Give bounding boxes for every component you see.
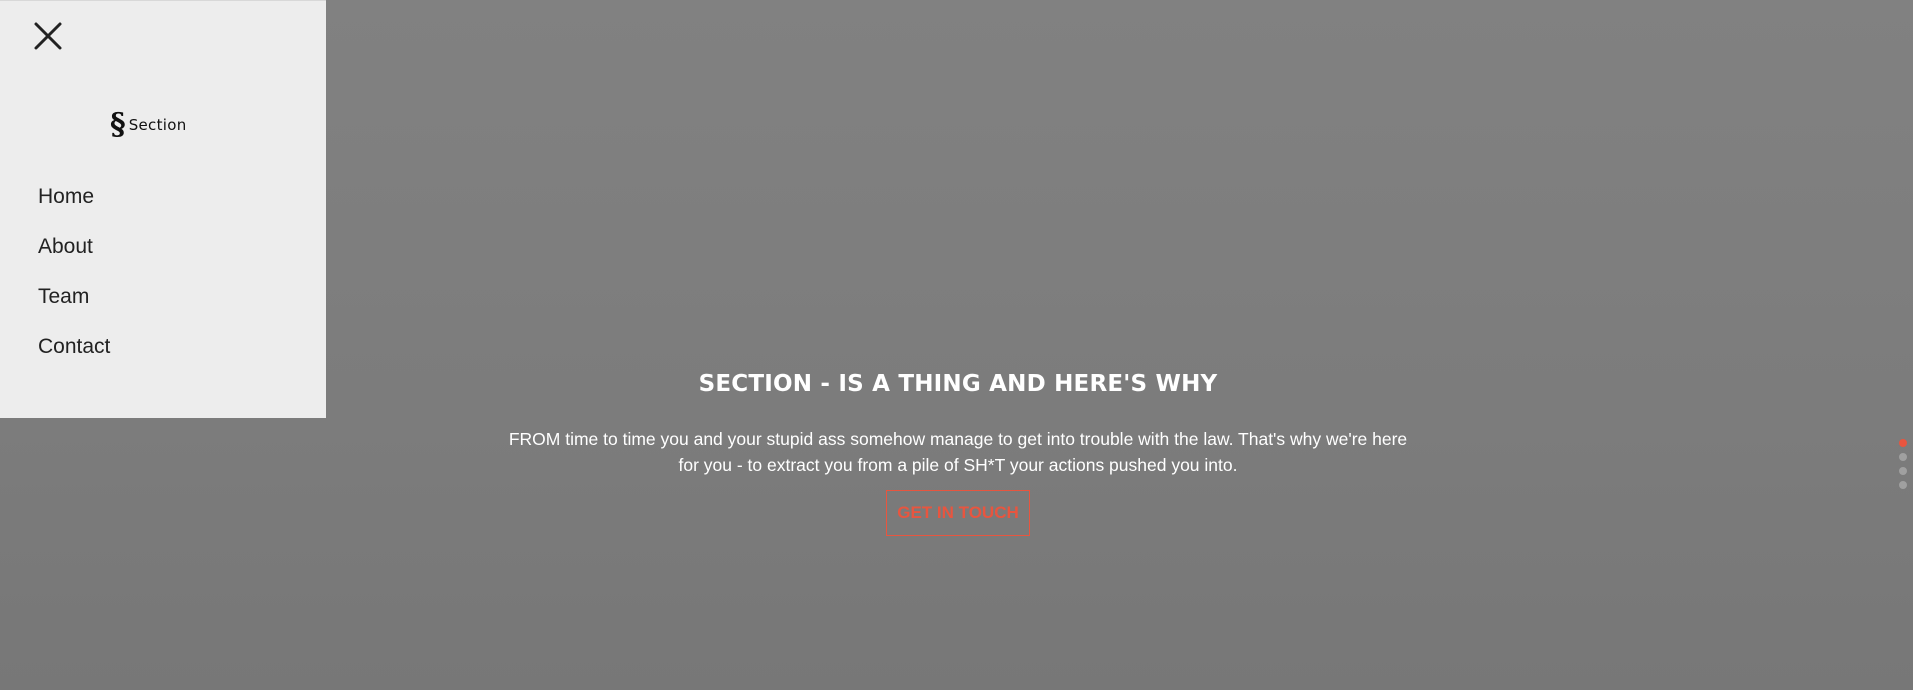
close-icon xyxy=(34,22,62,50)
nav-link-contact[interactable]: Contact xyxy=(38,335,110,358)
nav-link-team[interactable]: Team xyxy=(38,285,89,308)
slider-dot-3[interactable] xyxy=(1899,467,1907,475)
nav-link-about[interactable]: About xyxy=(38,235,93,258)
close-menu-button[interactable] xyxy=(33,21,63,51)
hero-title: SECTION - IS A THING AND HERE'S WHY xyxy=(698,371,1218,397)
slider-dot-1[interactable] xyxy=(1899,439,1907,447)
hero-content: SECTION - IS A THING AND HERE'S WHY FROM… xyxy=(498,364,1418,536)
nav-menu: Home About Team Contact xyxy=(38,177,110,377)
logo[interactable]: § Section xyxy=(110,108,187,142)
slider-dot-2[interactable] xyxy=(1899,453,1907,461)
nav-item-home: Home xyxy=(38,177,110,227)
logo-mark: § xyxy=(110,107,126,142)
hero-description: FROM time to time you and your stupid as… xyxy=(508,429,1408,475)
nav-item-team: Team xyxy=(38,277,110,327)
nav-item-contact: Contact xyxy=(38,327,110,377)
side-menu: § Section Home About Team Contact xyxy=(0,0,326,418)
nav-item-about: About xyxy=(38,227,110,277)
logo-text: Section xyxy=(128,116,187,134)
slider-dot-4[interactable] xyxy=(1899,481,1907,489)
nav-link-home[interactable]: Home xyxy=(38,185,94,208)
slider-dots xyxy=(1899,439,1907,495)
get-in-touch-button[interactable]: GET IN TOUCH xyxy=(886,490,1030,536)
